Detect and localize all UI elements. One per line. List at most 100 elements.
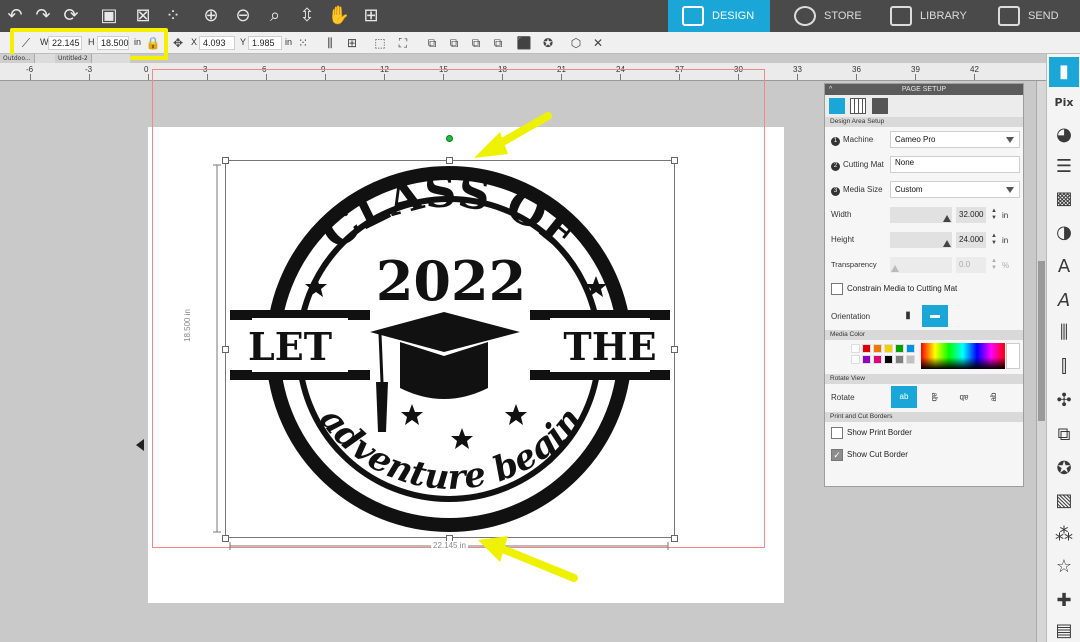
step-number: 2 — [831, 162, 840, 171]
transparency-input[interactable]: 0.0 — [956, 257, 986, 273]
color-swatch[interactable] — [851, 344, 860, 353]
collapse-icon[interactable]: ^ — [829, 84, 832, 95]
cut-border-row: ✓ Show Cut Border — [825, 444, 1023, 466]
chevron-down-icon — [1006, 187, 1014, 193]
height-row-label: Height — [831, 235, 855, 244]
slider-knob[interactable] — [943, 215, 951, 222]
page-setup-icon[interactable]: ▮ — [1049, 57, 1079, 87]
scroll-thumb[interactable] — [1038, 261, 1045, 421]
transparency-slider[interactable] — [890, 257, 952, 273]
media-size-select[interactable]: Custom — [890, 181, 1020, 198]
app-window: ↶ ↷ ⟳ ▣ ⊠ ⁘ ⊕ ⊖ ⌕ ⇳ ✋ ⊞ DESIGN STORE LIB… — [0, 0, 1080, 642]
section-media-color: Media Color — [825, 330, 1023, 340]
text-icon[interactable]: A — [1053, 256, 1075, 278]
step-number: 1 — [831, 137, 840, 146]
transparency-stepper[interactable]: ▲ ▼ — [991, 258, 997, 272]
mat-select[interactable]: None — [890, 156, 1020, 173]
media-size-label: Media Size — [843, 185, 883, 194]
orientation-row: Orientation ▮ ▬ — [825, 302, 1023, 330]
replicate-icon[interactable]: ⫿ — [1053, 356, 1075, 378]
cut-border-label: Show Cut Border — [847, 450, 908, 459]
layers-icon[interactable]: ▧ — [1053, 490, 1075, 512]
rotate-90-button[interactable]: ab — [923, 384, 945, 410]
vertical-scrollbar[interactable] — [1036, 81, 1046, 642]
right-sidebar: ▮ Pix ◕ ☰ ▩ ◑ A A ⫼ ⫿ ✣ ⧉ ✪ ▧ ⁂ ☆ ✚ ▤ — [1046, 54, 1080, 642]
star-offset-icon[interactable]: ✪ — [1053, 458, 1075, 480]
machine-value: Cameo Pro — [895, 135, 936, 144]
library-panel-icon[interactable]: ▤ — [1053, 620, 1075, 642]
slider-knob[interactable] — [891, 265, 899, 272]
fill-color-icon[interactable]: ◕ — [1053, 124, 1075, 146]
mat-label: Cutting Mat — [843, 160, 884, 169]
rotate-270-button[interactable]: ab — [983, 384, 1005, 410]
width-stepper[interactable]: ▲ ▼ — [991, 208, 997, 222]
print-border-row: Show Print Border — [825, 422, 1023, 444]
constrain-checkbox[interactable] — [831, 283, 843, 295]
pixscan-icon[interactable]: Pix — [1053, 92, 1075, 114]
color-swatch[interactable] — [895, 355, 904, 364]
tab-grid-icon[interactable] — [850, 98, 866, 114]
color-swatch[interactable] — [895, 344, 904, 353]
color-swatches — [831, 343, 921, 371]
machine-label: Machine — [843, 135, 874, 144]
star-icon[interactable]: ☆ — [1053, 556, 1075, 578]
color-swatch[interactable] — [851, 355, 860, 364]
color-gradient[interactable] — [921, 343, 1005, 369]
panel-tabs — [825, 95, 1023, 117]
tab-background-icon[interactable] — [872, 98, 888, 114]
color-swatch[interactable] — [862, 344, 871, 353]
width-row-label: Width — [831, 210, 852, 219]
eyedropper-icon[interactable] — [1006, 343, 1020, 369]
transparency-label: Transparency — [831, 260, 877, 269]
line-style-panel-icon[interactable]: ☰ — [1053, 156, 1075, 178]
height-slider[interactable] — [890, 232, 952, 248]
step-2-badge: 2 — [831, 160, 840, 171]
media-size-row: 3 Media Size Custom — [825, 177, 1023, 202]
rotate-0-button[interactable]: ab — [891, 386, 917, 408]
puzzle-icon[interactable]: ✚ — [1053, 590, 1075, 612]
height-row: Height 24.000 ▲ ▼ in — [825, 227, 1023, 252]
print-border-label: Show Print Border — [847, 428, 912, 437]
section-design-area: Design Area Setup — [825, 117, 1023, 127]
color-swatch[interactable] — [906, 355, 915, 364]
step-number: 3 — [831, 187, 840, 196]
width-input[interactable]: 32.000 — [956, 207, 986, 223]
transform-icon[interactable]: ⫼ — [1053, 322, 1075, 344]
rotate-label: Rotate — [831, 393, 855, 402]
height-input[interactable]: 24.000 — [956, 232, 986, 248]
tab-page-icon[interactable] — [829, 98, 845, 114]
trace-icon[interactable]: ◑ — [1053, 222, 1075, 244]
page-setup-panel: ^ PAGE SETUP Design Area Setup 1 Machine… — [824, 83, 1024, 487]
print-border-checkbox[interactable] — [831, 427, 843, 439]
image-effects-icon[interactable]: ▩ — [1053, 188, 1075, 210]
color-swatch[interactable] — [873, 344, 882, 353]
width-row: Width 32.000 ▲ ▼ in — [825, 202, 1023, 227]
height-stepper[interactable]: ▲ ▼ — [991, 233, 997, 247]
constrain-row: Constrain Media to Cutting Mat — [825, 277, 1023, 302]
panel-title-bar[interactable]: ^ PAGE SETUP — [825, 84, 1023, 95]
color-swatch[interactable] — [884, 355, 893, 364]
width-unit: in — [1002, 211, 1009, 220]
cut-border-checkbox[interactable]: ✓ — [831, 449, 843, 461]
machine-select[interactable]: Cameo Pro — [890, 131, 1020, 148]
color-swatch[interactable] — [873, 355, 882, 364]
machine-row: 1 Machine Cameo Pro — [825, 127, 1023, 152]
dots-icon[interactable]: ⁂ — [1053, 524, 1075, 546]
color-swatch[interactable] — [884, 344, 893, 353]
media-color-row — [825, 340, 1023, 374]
portrait-icon[interactable]: ▮ — [895, 305, 921, 327]
modify-icon[interactable]: ✣ — [1053, 390, 1075, 412]
slider-knob[interactable] — [943, 240, 951, 247]
color-swatch[interactable] — [862, 355, 871, 364]
landscape-icon[interactable]: ▬ — [922, 305, 948, 327]
rotate-180-button[interactable]: ab — [951, 386, 977, 408]
panel-title: PAGE SETUP — [901, 86, 947, 93]
section-rotate-view: Rotate View — [825, 374, 1023, 384]
sketch-text-icon[interactable]: A — [1053, 290, 1075, 312]
transparency-row: Transparency 0.0 ▲ ▼ % — [825, 252, 1023, 277]
rotate-row: Rotate ab ab ab ab — [825, 384, 1023, 412]
color-swatch[interactable] — [906, 344, 915, 353]
section-borders: Print and Cut Borders — [825, 412, 1023, 422]
width-slider[interactable] — [890, 207, 952, 223]
offset-icon[interactable]: ⧉ — [1053, 424, 1075, 446]
